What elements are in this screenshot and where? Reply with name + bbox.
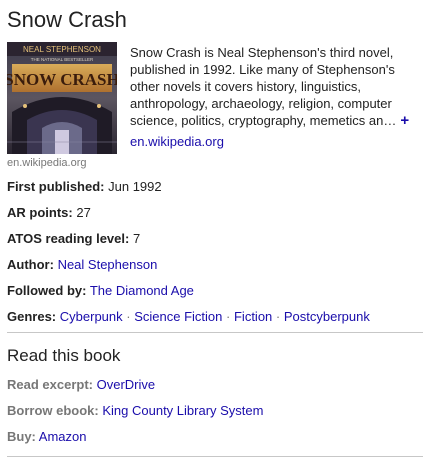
fact-value: Jun 1992 <box>108 179 162 194</box>
author-label-link[interactable]: Author: <box>7 257 54 272</box>
cover-author-text: NEAL STEPHENSON <box>23 45 101 54</box>
overdrive-link[interactable]: OverDrive <box>97 377 156 392</box>
genre-link-science-fiction[interactable]: Science Fiction <box>134 309 222 324</box>
fact-value: 7 <box>132 231 141 246</box>
fact-followed-by: Followed by: The Diamond Age <box>7 282 417 308</box>
fact-label: ATOS reading level: <box>7 231 130 246</box>
book-description: Snow Crash is Neal Stephenson's third no… <box>130 44 416 129</box>
fact-ar-points: AR points: 27 <box>7 204 417 230</box>
author-link[interactable]: Neal Stephenson <box>58 257 158 272</box>
read-section-heading: Read this book <box>7 346 121 365</box>
borrow-ebook-row: Borrow ebook: King County Library System <box>7 402 263 428</box>
fact-genres: Genres: Cyberpunk · Science Fiction · Fi… <box>7 308 417 334</box>
library-link[interactable]: King County Library System <box>102 403 263 418</box>
genre-link-fiction[interactable]: Fiction <box>234 309 272 324</box>
cover-title-text: SNOW CRASH <box>7 70 117 89</box>
section-divider <box>7 332 423 333</box>
fact-value: 27 <box>76 205 91 220</box>
section-divider <box>7 456 423 457</box>
fact-label: First published: <box>7 179 105 194</box>
read-excerpt-label: Read excerpt: <box>7 377 93 392</box>
description-text: Snow Crash is Neal Stephenson's third no… <box>130 45 397 128</box>
amazon-link[interactable]: Amazon <box>39 429 87 444</box>
page-title: Snow Crash <box>7 7 127 32</box>
fact-label: Genres: <box>7 309 57 324</box>
genre-link-cyberpunk[interactable]: Cyberpunk <box>60 309 123 324</box>
book-facts: First published: Jun 1992 AR points: 27 … <box>7 178 417 334</box>
fact-first-published: First published: Jun 1992 <box>7 178 417 204</box>
description-source-link[interactable]: en.wikipedia.org <box>130 134 224 149</box>
buy-label: Buy: <box>7 429 36 444</box>
expand-description-button[interactable]: + <box>400 112 409 129</box>
fact-label: AR points: <box>7 205 73 220</box>
fact-atos-reading-level: ATOS reading level: 7 <box>7 230 417 256</box>
book-cover-image[interactable]: NEAL STEPHENSON THE NATIONAL BESTSELLER … <box>7 42 117 154</box>
genre-separator: · <box>275 309 281 324</box>
fact-author: Author: Neal Stephenson <box>7 256 417 282</box>
book-cover-art: NEAL STEPHENSON THE NATIONAL BESTSELLER … <box>7 42 117 154</box>
read-options: Read excerpt: OverDrive Borrow ebook: Ki… <box>7 376 263 454</box>
borrow-ebook-label: Borrow ebook: <box>7 403 99 418</box>
buy-row: Buy: Amazon <box>7 428 263 454</box>
genre-separator: · <box>126 309 131 324</box>
fact-label: Followed by: <box>7 283 87 298</box>
read-excerpt-row: Read excerpt: OverDrive <box>7 376 263 402</box>
genre-separator: · <box>226 309 231 324</box>
followed-by-link[interactable]: The Diamond Age <box>90 283 194 298</box>
cover-image-source[interactable]: en.wikipedia.org <box>7 157 87 169</box>
cover-tagline-text: THE NATIONAL BESTSELLER <box>31 57 94 62</box>
genre-link-postcyberpunk[interactable]: Postcyberpunk <box>284 309 370 324</box>
knowledge-panel: Snow Crash NEAL STEPHENSON THE NATIONAL … <box>0 0 428 468</box>
